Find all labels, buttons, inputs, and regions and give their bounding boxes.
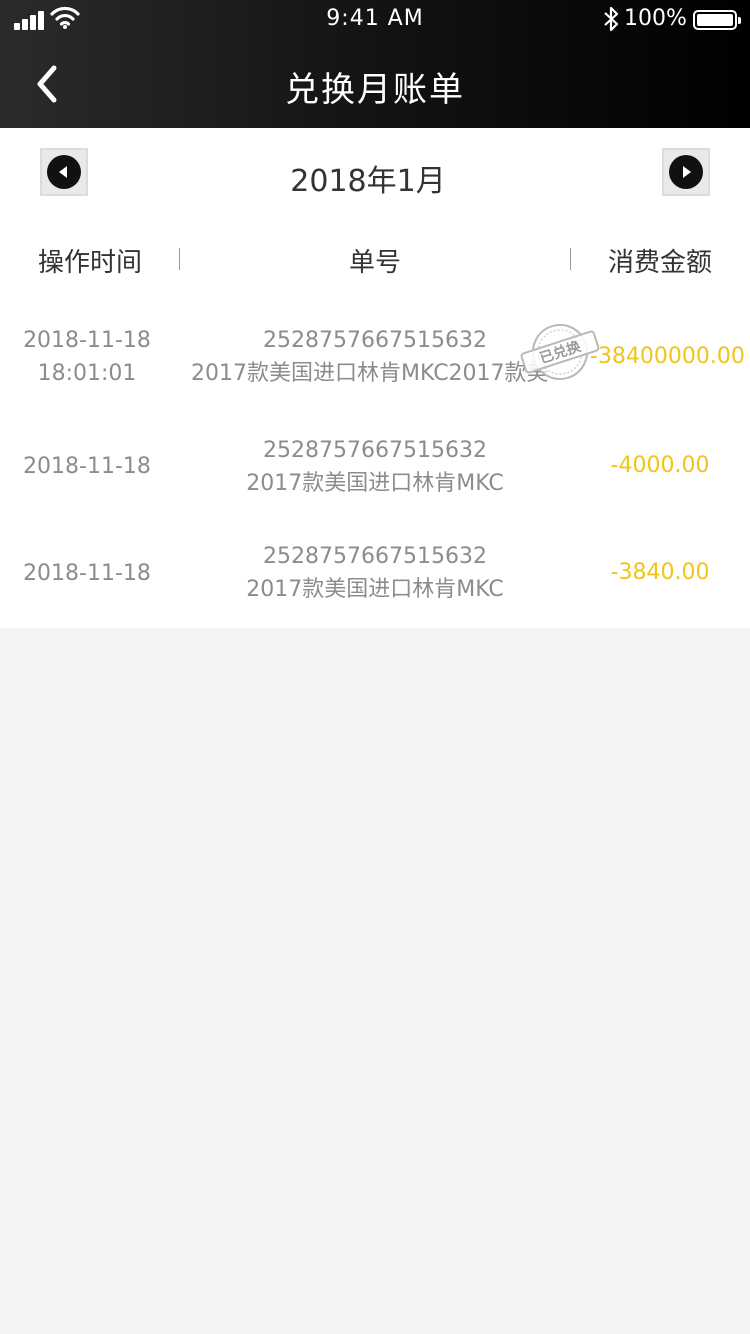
top-bar: 9:41 AM 100% 兑换月账单 [0,0,750,128]
table-row[interactable]: 2018-11-18 18:01:01 2528757667515632 201… [0,324,750,404]
table-header: 操作时间 单号 消费金额 [0,234,750,284]
bluetooth-icon [604,6,619,32]
page-title: 兑换月账单 [285,70,465,110]
battery-icon [693,10,741,30]
row-order-no: 2528757667515632 [263,544,487,569]
nav-bar: 兑换月账单 [0,40,750,128]
row-amount: -3840.00 [610,560,710,585]
row-date: 2018-11-18 [23,328,151,353]
battery-percent: 100% [624,6,687,31]
row-amount: -4000.00 [610,453,710,478]
next-month-button[interactable] [662,148,710,196]
row-date: 2018-11-18 [23,561,151,586]
header-time: 操作时间 [37,248,142,278]
row-time: 18:01:01 [37,361,137,386]
row-product: 2017款美国进口林肯MKC [246,471,504,496]
row-order-no: 2528757667515632 [263,328,487,353]
triangle-right-icon [683,166,691,178]
month-selector: 2018年1月 [0,128,750,218]
row-product: 2017款美国进口林肯MKC [246,577,504,602]
bill-panel: 2018年1月 操作时间 单号 消费金额 2018-11-18 18:01:01… [0,128,750,628]
next-month-circle [669,155,703,189]
row-product: 2017款美国进口林肯MKC2017款美 [191,361,549,386]
row-order-no: 2528757667515632 [263,438,487,463]
status-bar: 9:41 AM 100% [0,0,750,40]
header-order-no: 单号 [348,248,401,278]
row-amount: -38400000.00 [590,344,745,369]
header-amount: 消费金额 [607,248,712,278]
row-date: 2018-11-18 [23,454,151,479]
table-row[interactable]: 2018-11-18 2528757667515632 2017款美国进口林肯M… [0,434,750,506]
month-label: 2018年1月 [290,164,446,199]
table-row[interactable]: 2018-11-18 2528757667515632 2017款美国进口林肯M… [0,540,750,612]
